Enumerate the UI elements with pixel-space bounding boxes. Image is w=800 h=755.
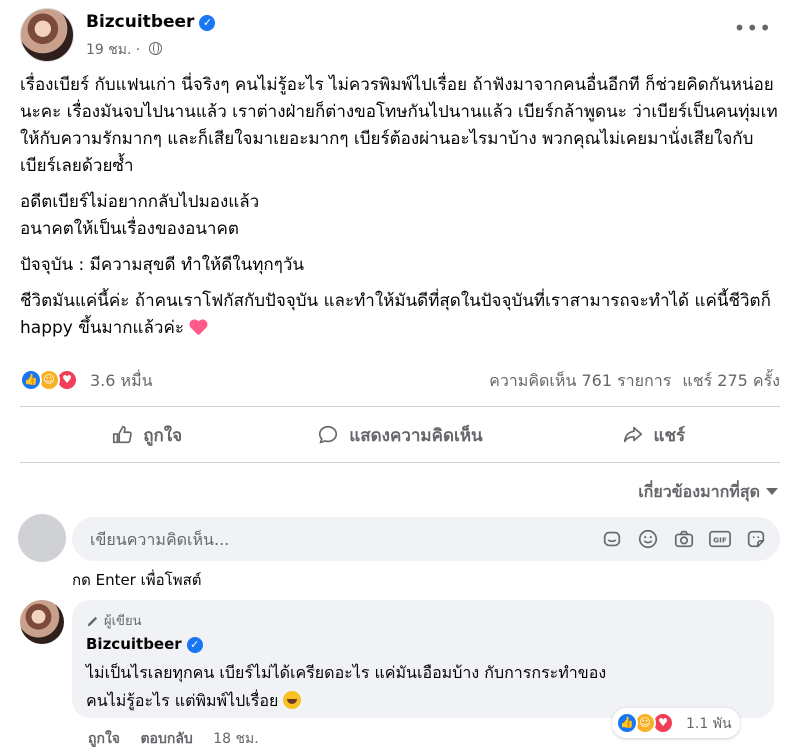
commenter-avatar[interactable]	[20, 600, 64, 644]
like-reaction-icon: 👍	[616, 712, 638, 734]
comment-reaction-count: 1.1 พัน	[686, 716, 732, 732]
comment-time[interactable]: 18 ชม.	[213, 731, 258, 747]
more-options-icon[interactable]: •••	[734, 16, 772, 40]
share-arrow-icon	[623, 426, 642, 443]
comment-bubble: ผู้เขียน Bizcuitbeer ✓ ไม่เป็นไรเลยทุกคน …	[72, 600, 774, 718]
gif-icon[interactable]: GIF	[708, 528, 732, 550]
comment-actions: ถูกใจ ตอบกลับ 18 ชม.	[88, 728, 275, 750]
sticker-face-icon[interactable]	[744, 528, 768, 550]
share-label: แชร์	[653, 425, 686, 446]
comment-text: ไม่เป็นไรเลยทุกคน เบียร์ไม่ได้เครียดอะไร…	[86, 659, 760, 715]
author-name[interactable]: Bizcuitbeer	[86, 12, 194, 32]
comment-text-line: ไม่เป็นไรเลยทุกคน เบียร์ไม่ได้เครียดอะไร…	[86, 663, 607, 682]
caret-down-icon	[766, 488, 778, 495]
like-reaction-icon[interactable]: 👍	[20, 369, 42, 391]
shares-count[interactable]: แชร์ 275 ครั้ง	[682, 371, 780, 390]
comment-input[interactable]	[90, 517, 550, 561]
post-paragraph: ปัจจุบัน : มีความสุขดี ทำให้ดีในทุกๆวัน	[20, 255, 304, 275]
comment-reactions[interactable]: 👍 ☺ ♥ 1.1 พัน	[612, 708, 740, 738]
sort-label: เกี่ยวข้องมากที่สุด	[638, 482, 760, 501]
sticker-icon[interactable]	[600, 528, 624, 550]
post-paragraph: อนาคตให้เป็นเรื่องของอนาคต	[20, 219, 239, 239]
reactions-summary: 👍 ☺ ♥ 3.6 หมื่น ความคิดเห็น 761 รายการ แ…	[20, 366, 780, 396]
share-button[interactable]: แชร์	[527, 412, 780, 458]
verified-badge-icon: ✓	[186, 637, 203, 653]
laughing-emoji-icon	[283, 691, 302, 709]
globe-icon	[148, 42, 162, 55]
post-header: Bizcuitbeer ✓ 19 ชม. · •••	[20, 8, 780, 64]
engagement-stats: ความคิดเห็น 761 รายการ แชร์ 275 ครั้ง	[483, 369, 780, 394]
post-paragraph: ชีวิตมันแค่นี้ค่ะ ถ้าคนเราโฟกัสกับปัจจุบ…	[20, 291, 771, 338]
comments-count[interactable]: ความคิดเห็น 761 รายการ	[489, 371, 671, 390]
post-body: เรื่องเบียร์ กับแฟนเก่า นี่จริงๆ คนไม่รู…	[20, 72, 780, 351]
author-badge-label: ผู้เขียน	[104, 614, 142, 629]
post-paragraph: อดีตเบียร์ไม่อยากกลับไปมองแล้ว	[20, 192, 260, 212]
author-name-row: Bizcuitbeer ✓	[86, 12, 216, 32]
two-hearts-emoji-icon	[189, 318, 209, 336]
camera-icon[interactable]	[672, 528, 696, 550]
divider	[20, 462, 780, 463]
like-button[interactable]: ถูกใจ	[20, 412, 273, 458]
comment-author[interactable]: Bizcuitbeer	[86, 635, 182, 653]
author-avatar[interactable]	[20, 8, 74, 62]
author-badge: ผู้เขียน	[86, 610, 760, 631]
post-paragraph: เรื่องเบียร์ กับแฟนเก่า นี่จริงๆ คนไม่รู…	[20, 75, 778, 176]
post-actions: ถูกใจ แสดงความคิดเห็น แชร์	[20, 412, 780, 458]
comment-author-row: Bizcuitbeer ✓	[86, 635, 760, 653]
like-label: ถูกใจ	[143, 425, 183, 446]
comment-button[interactable]: แสดงความคิดเห็น	[273, 412, 526, 458]
emoji-icon[interactable]	[636, 528, 660, 550]
comment-sort-dropdown[interactable]: เกี่ยวข้องมากที่สุด	[638, 480, 778, 505]
comment-bubble-icon	[319, 425, 338, 444]
verified-badge-icon: ✓	[199, 15, 216, 31]
comment-reply-link[interactable]: ตอบกลับ	[140, 731, 192, 747]
thumbs-up-icon	[113, 425, 133, 444]
viewer-avatar	[18, 514, 66, 562]
svg-text:GIF: GIF	[713, 536, 727, 545]
divider	[20, 406, 780, 407]
reaction-count[interactable]: 3.6 หมื่น	[90, 369, 153, 394]
composer-icons: GIF	[600, 528, 768, 550]
pencil-icon	[87, 616, 98, 626]
post-meta: 19 ชม. ·	[86, 39, 162, 61]
post-time[interactable]: 19 ชม.	[86, 42, 131, 58]
comment-label: แสดงความคิดเห็น	[349, 425, 483, 446]
comment-like-link[interactable]: ถูกใจ	[88, 731, 120, 747]
enter-to-post-hint: กด Enter เพื่อโพสต์	[72, 571, 202, 589]
comment-composer: GIF	[72, 517, 780, 561]
